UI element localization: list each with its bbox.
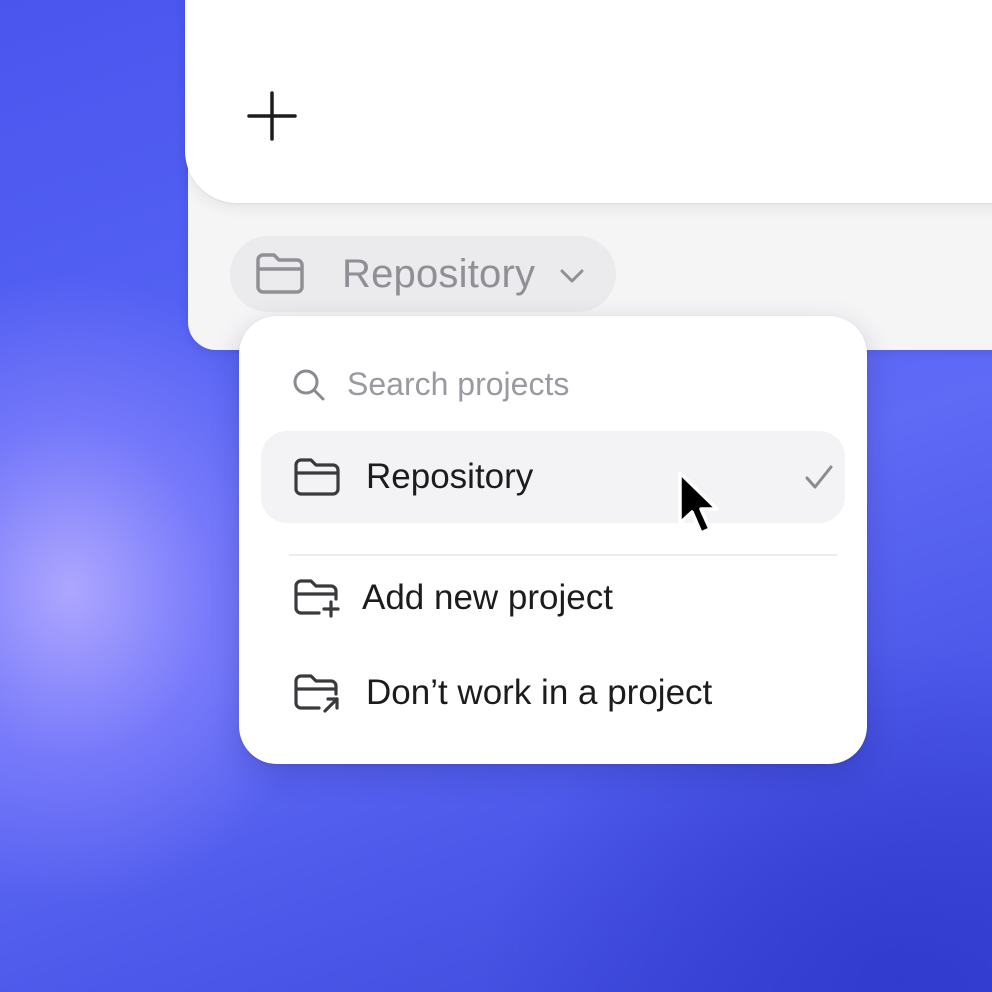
project-selector[interactable]: Repository bbox=[230, 236, 616, 312]
project-selector-label: Repository bbox=[342, 252, 536, 296]
folder-icon bbox=[256, 253, 304, 294]
search-icon bbox=[293, 369, 325, 401]
checkmark-icon bbox=[805, 465, 833, 489]
menu-item-repository[interactable]: Repository bbox=[261, 431, 845, 523]
search-projects-input[interactable] bbox=[347, 360, 817, 408]
plus-icon bbox=[247, 91, 297, 141]
project-dropdown-menu: Repository Add new project Don’t work in… bbox=[239, 316, 867, 764]
folder-plus-icon bbox=[294, 579, 340, 618]
chevron-down-icon bbox=[560, 269, 584, 283]
add-attachment-button[interactable] bbox=[246, 91, 298, 143]
menu-item-label: Repository bbox=[366, 457, 534, 496]
menu-item-dont-work-in-project[interactable]: Don’t work in a project bbox=[261, 647, 845, 739]
menu-item-add-new-project[interactable]: Add new project bbox=[261, 552, 845, 644]
menu-item-label: Don’t work in a project bbox=[366, 673, 713, 712]
search-row bbox=[291, 360, 831, 408]
menu-item-label: Add new project bbox=[362, 578, 613, 617]
folder-arrow-icon bbox=[294, 674, 339, 713]
composer-input-area[interactable] bbox=[185, 0, 992, 203]
folder-icon bbox=[294, 458, 340, 496]
